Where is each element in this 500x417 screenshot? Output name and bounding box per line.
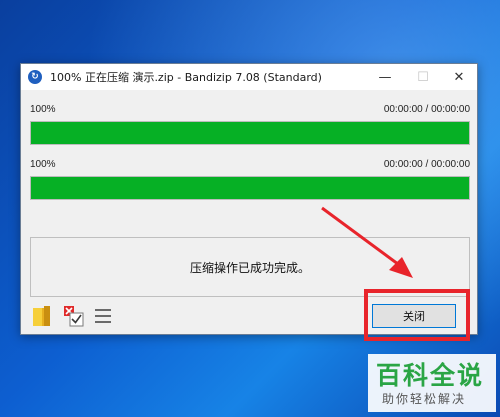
highlight-box [364,289,470,341]
watermark-title: 百科全说 [376,361,485,390]
watermark: 百科全说 助你轻松解决 [368,354,496,412]
watermark-subtitle: 助你轻松解决 [382,392,467,406]
